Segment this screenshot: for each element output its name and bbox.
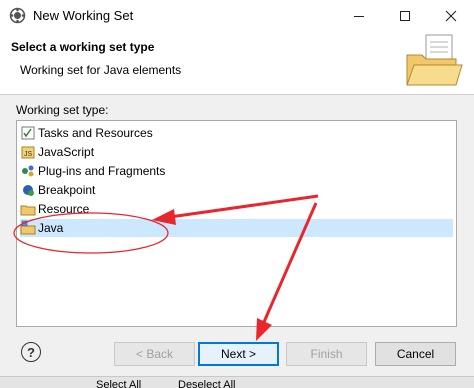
list-item-javascript[interactable]: JS JavaScript — [20, 143, 453, 161]
working-set-type-list[interactable]: Tasks and Resources JS JavaScript Plug-i… — [16, 120, 457, 327]
java-icon — [20, 220, 36, 235]
working-set-folder-icon — [406, 34, 463, 86]
list-item-java[interactable]: Java — [20, 219, 453, 237]
list-item-label: JavaScript — [38, 145, 95, 159]
help-button[interactable]: ? — [21, 342, 41, 362]
minimize-icon — [354, 15, 364, 17]
breakpoint-icon — [23, 185, 34, 196]
list-item-label: Resource — [38, 202, 90, 216]
resource-icon — [20, 205, 36, 216]
list-item-resource[interactable]: Resource — [20, 200, 453, 218]
cancel-button[interactable]: Cancel — [375, 342, 456, 366]
title-bar: New Working Set — [0, 0, 474, 32]
maximize-icon — [400, 10, 410, 21]
wizard-header: Select a working set type Working set fo… — [0, 31, 474, 95]
eclipse-icon — [9, 7, 26, 24]
list-item-breakpoint[interactable]: Breakpoint — [20, 181, 453, 199]
list-item-label: Plug-ins and Fragments — [38, 164, 166, 178]
back-button[interactable]: < Back — [114, 342, 195, 366]
close-icon — [445, 10, 457, 21]
list-item-plug-ins-and-fragments[interactable]: Plug-ins and Fragments — [20, 162, 453, 180]
maximize-button[interactable] — [382, 0, 428, 31]
list-item-label: Breakpoint — [38, 183, 96, 197]
plugin-icon — [22, 165, 34, 177]
minimize-button[interactable] — [336, 0, 382, 31]
javascript-icon: JS — [21, 146, 35, 159]
page-title: Select a working set type — [11, 40, 155, 54]
close-button[interactable] — [428, 0, 474, 31]
background-window-strip: Select All Deselect All — [0, 376, 474, 388]
next-button[interactable]: Next > — [198, 342, 279, 366]
finish-button[interactable]: Finish — [286, 342, 367, 366]
list-label: Working set type: — [16, 103, 109, 117]
svg-text:JS: JS — [24, 151, 33, 158]
tasks-icon — [21, 126, 35, 140]
list-item-label: Tasks and Resources — [38, 126, 153, 140]
list-item-tasks-and-resources[interactable]: Tasks and Resources — [20, 124, 453, 142]
page-description: Working set for Java elements — [20, 63, 182, 77]
window-title: New Working Set — [33, 8, 134, 23]
list-item-label: Java — [38, 221, 64, 235]
